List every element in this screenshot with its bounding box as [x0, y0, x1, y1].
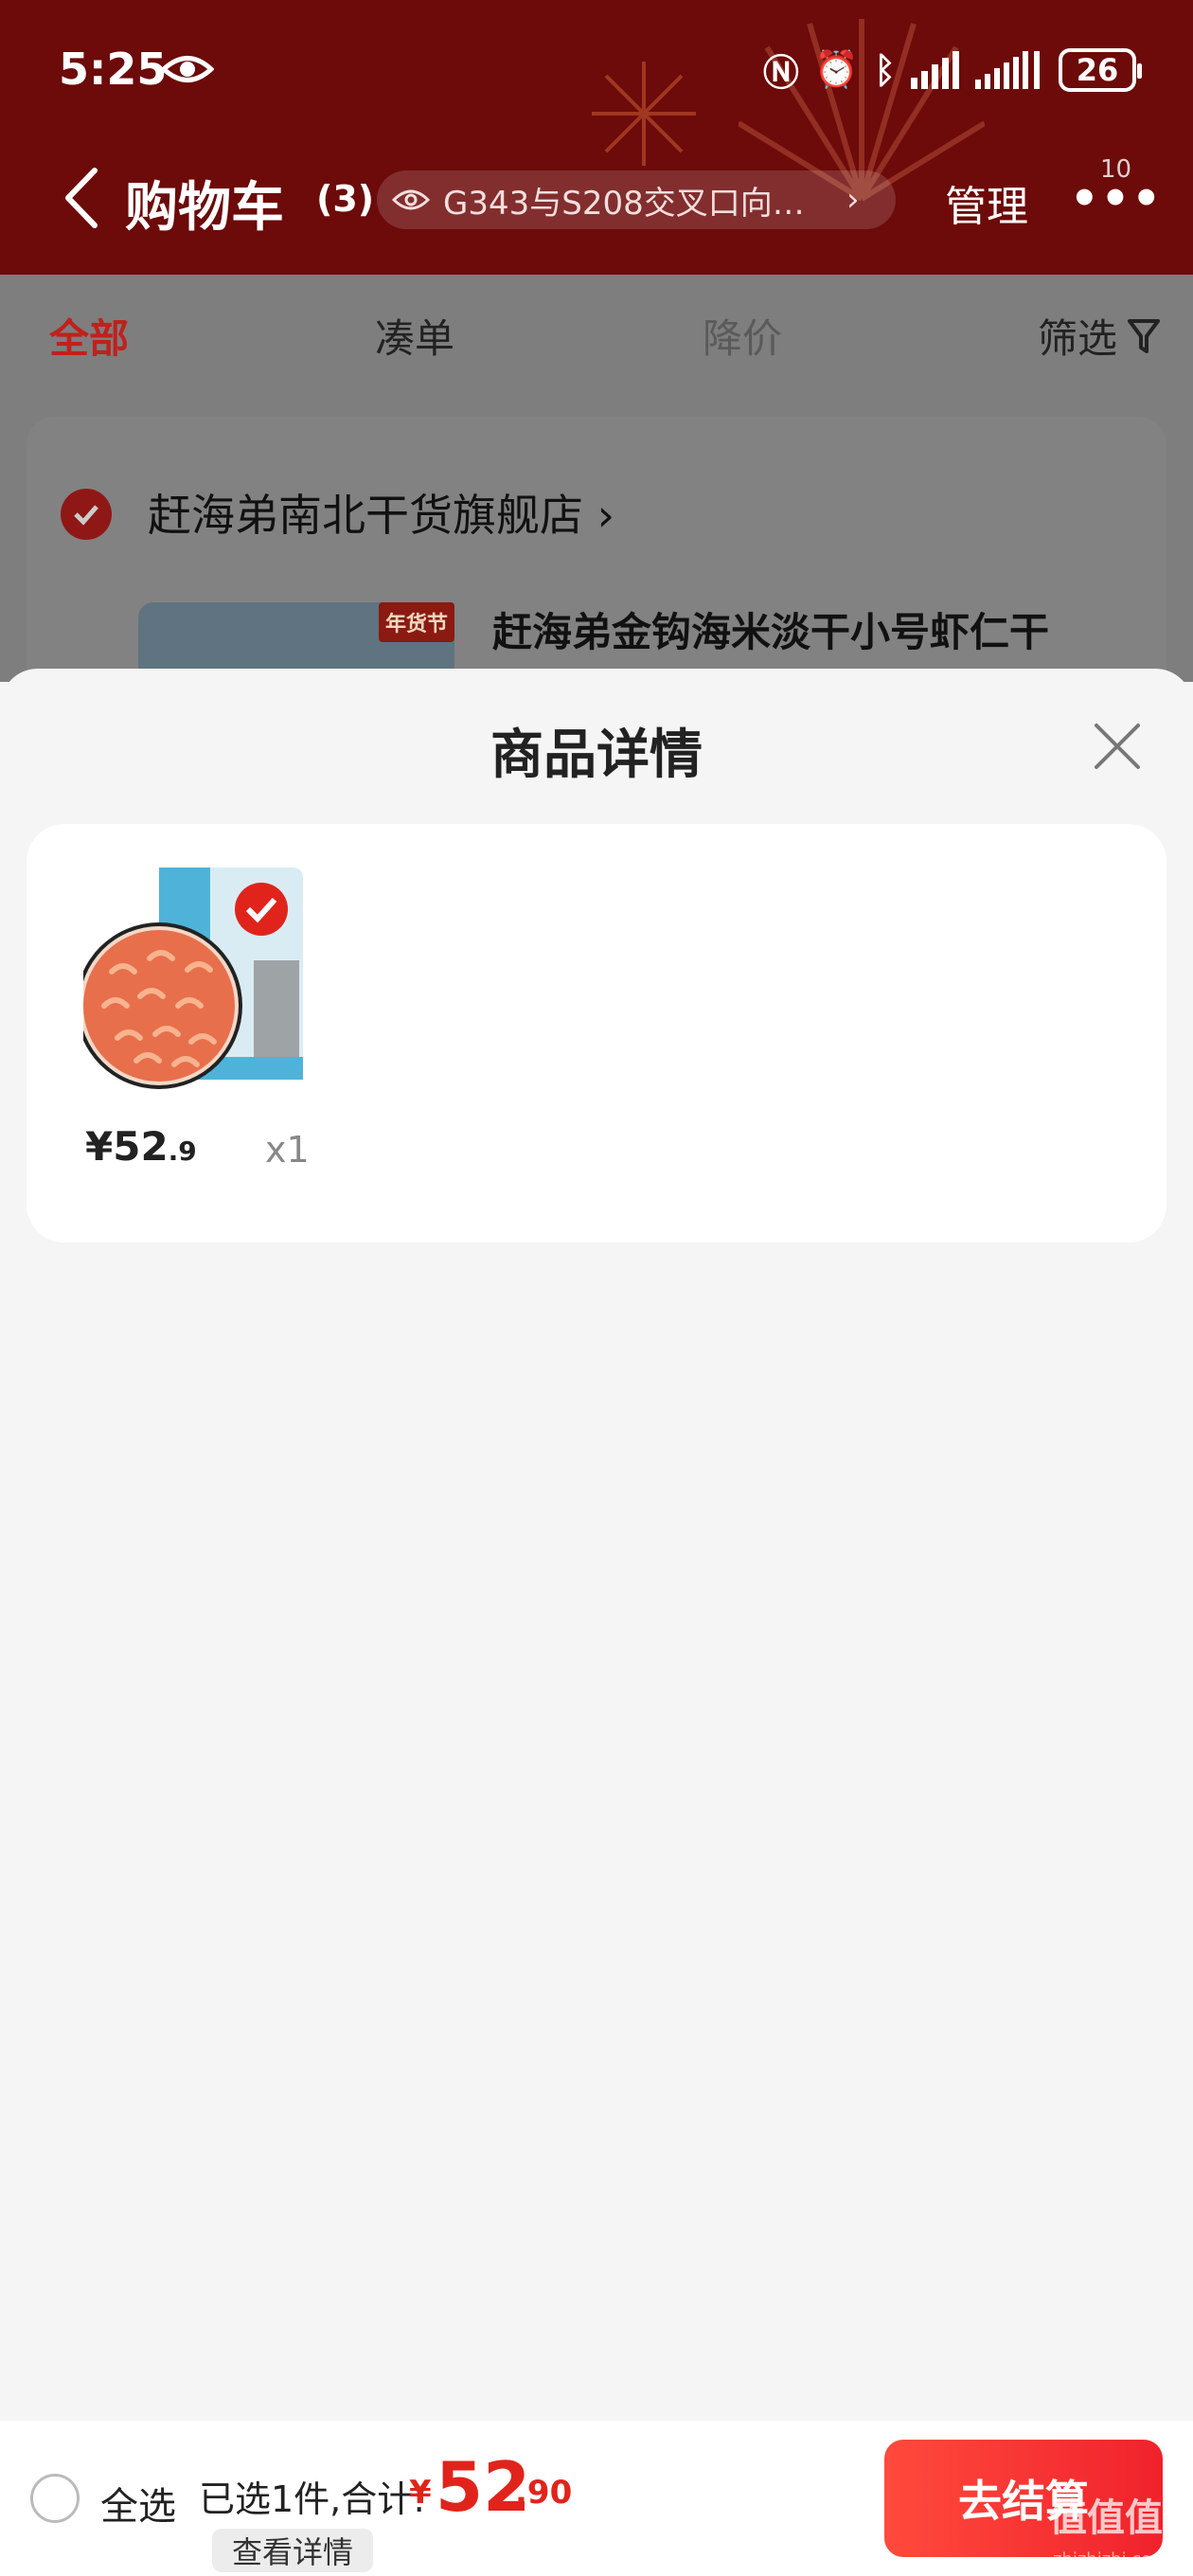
store-name: 赶海弟南北干货旗舰店 — [148, 490, 583, 541]
chevron-right-icon: › — [596, 490, 615, 541]
item-price-dec: .9 — [168, 1136, 197, 1167]
close-icon[interactable] — [1089, 718, 1146, 775]
alarm-icon: ⏰ — [813, 48, 860, 90]
total-amount-dec: .90 — [515, 2474, 573, 2512]
item-price: ¥52.9 — [85, 1123, 197, 1170]
promo-tag: 年货节 — [379, 602, 454, 642]
tab-bundle[interactable]: 凑单 — [375, 307, 454, 365]
signal-icon-2 — [975, 50, 1040, 89]
item-price-int: ¥52 — [85, 1123, 169, 1170]
filter-icon — [1128, 318, 1160, 353]
status-time: 5:25 — [59, 44, 168, 95]
location-selector[interactable]: G343与S208交叉口向… › — [377, 170, 896, 229]
more-badge: 10 — [1100, 155, 1132, 184]
bluetooth-icon: ᛒ — [874, 48, 896, 91]
total-currency: ¥ — [409, 2474, 432, 2512]
signal-icon — [911, 50, 959, 89]
select-all-label[interactable]: 全选 — [100, 2476, 176, 2531]
eye-icon — [392, 189, 430, 210]
tab-all[interactable]: 全部 — [49, 307, 129, 365]
checkout-bar: 全选 已选1件,合计: ¥ 52 .90 查看详情 去结算 — [0, 2421, 1193, 2576]
location-text: G343与S208交叉口向… — [443, 184, 805, 223]
product-image[interactable] — [83, 868, 329, 1104]
selected-summary: 已选1件,合计: — [199, 2478, 426, 2520]
watermark-logo: 值值值 — [1049, 2496, 1163, 2540]
filter-tabs: 全部 凑单 降价 筛选 — [0, 275, 1193, 398]
watermark-url: zhizhizhi.com — [1053, 2549, 1168, 2569]
page-title: 购物车 — [125, 177, 284, 239]
view-details-button[interactable]: 查看详情 — [212, 2529, 373, 2572]
eye-icon — [161, 56, 214, 82]
cart-count: (3) — [316, 178, 375, 220]
back-icon[interactable] — [59, 165, 106, 231]
battery-level: 26 — [1076, 51, 1119, 88]
manage-button[interactable]: 管理 — [945, 172, 1028, 233]
item-quantity: x1 — [265, 1129, 310, 1171]
nav-bar: 购物车 (3) G343与S208交叉口向… › 管理 ••• 10 — [0, 152, 1193, 246]
status-bar: 5:25 Ⓝ ⏰ ᛒ 26 — [0, 38, 1193, 104]
nfc-icon: Ⓝ — [762, 52, 799, 94]
filter-button[interactable]: 筛选 — [1038, 307, 1161, 365]
store-checkbox[interactable] — [61, 489, 112, 540]
sheet-title: 商品详情 — [490, 724, 703, 786]
battery-indicator: 26 — [1059, 47, 1142, 92]
status-icons: Ⓝ ⏰ ᛒ 26 — [762, 44, 1142, 96]
store-name-link[interactable]: 赶海弟南北干货旗舰店 › — [148, 481, 614, 544]
chevron-right-icon: › — [846, 181, 860, 219]
filter-label: 筛选 — [1037, 315, 1117, 362]
tab-price-drop[interactable]: 降价 — [703, 307, 782, 365]
checkmark-icon — [74, 505, 98, 526]
select-all-checkbox[interactable] — [30, 2474, 80, 2523]
product-detail-sheet: 商品详情 ¥52.9 x1 — [0, 669, 1193, 2576]
header: 5:25 Ⓝ ⏰ ᛒ 26 购物车 (3) G343与S208交叉口向… › 管… — [0, 0, 1193, 275]
product-title: 赶海弟金钩海米淡干小号虾仁干 — [492, 609, 1050, 655]
item-card: ¥52.9 x1 — [27, 824, 1166, 1243]
